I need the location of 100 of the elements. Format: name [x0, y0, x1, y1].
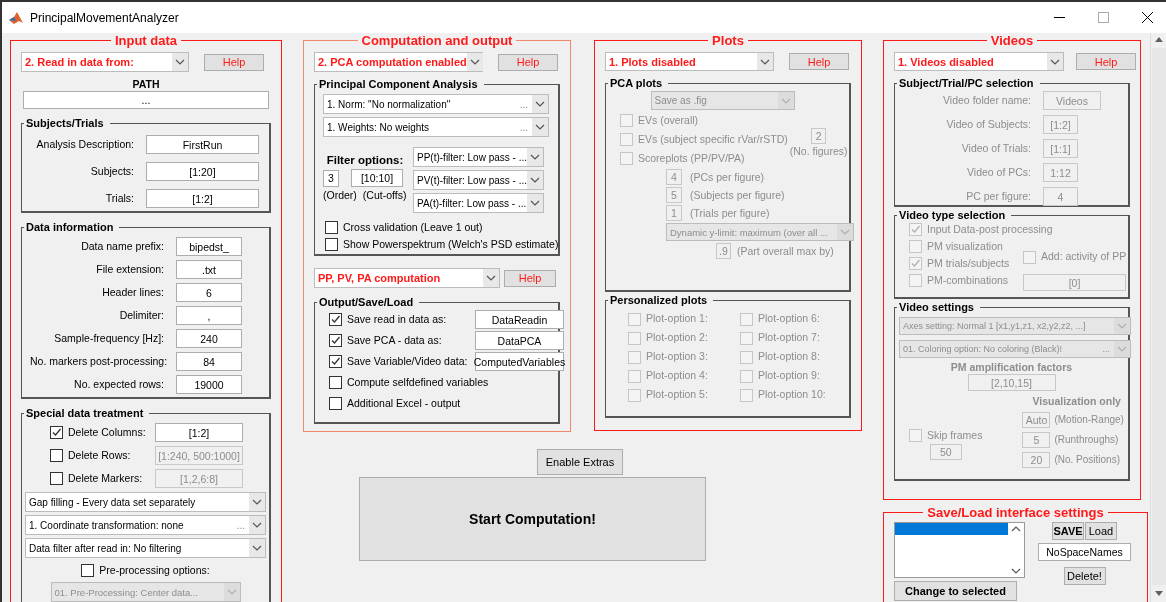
scrollbar[interactable] [1150, 33, 1166, 602]
checkbox-label: Save Variable/Video data: [347, 354, 469, 369]
dropdown[interactable]: 1. Norm: "No normalization" ... [323, 94, 549, 114]
change-button[interactable]: Change to selected [894, 581, 1017, 601]
parameter-label: (Part overall max by) [737, 244, 834, 258]
dropdown[interactable]: Gap filling - Every data set separately [25, 492, 266, 513]
minimize-icon[interactable] [1053, 16, 1065, 19]
group-title: PCA plots [609, 77, 664, 89]
parameter-label: (PCs per figure) [690, 170, 765, 184]
filter-options-label: Filter options: [325, 153, 405, 168]
group-title: Principal Component Analysis [318, 78, 479, 90]
input-field[interactable]: [1:240, 500:1000] [155, 446, 243, 466]
checkbox-label: PM visualization [927, 240, 1003, 254]
checkbox[interactable] [329, 376, 342, 389]
input-field[interactable]: [1:2] [155, 423, 243, 443]
dropdown[interactable]: Data filter after read in: No filtering [25, 538, 266, 559]
input-field[interactable]: ... [23, 91, 269, 110]
input-field[interactable]: [1:2] [146, 189, 259, 209]
checkbox-label: Skip frames [927, 429, 983, 443]
input-field[interactable]: 6 [176, 283, 242, 303]
input-field[interactable]: 84 [176, 352, 242, 372]
maximize-icon[interactable] [1097, 12, 1109, 23]
input-field[interactable]: NoSpaceNames [1038, 543, 1131, 561]
input-field[interactable]: [1,2,6:8] [155, 469, 243, 489]
dropdown[interactable]: 01. Pre-Processing: Center data... [50, 582, 241, 602]
input-field[interactable]: , [176, 306, 242, 326]
dropdown[interactable]: PA(t)-filter: Low pass - ... [413, 193, 544, 213]
chevron-down-icon [840, 229, 850, 236]
group-title: Personalized plots [609, 294, 709, 306]
checkbox-label: Delete Rows: [68, 449, 132, 463]
field-label: Video of Trials: [960, 141, 1031, 156]
chevron-down-icon [1050, 58, 1060, 65]
figures-label: (No. figures) [789, 145, 848, 159]
panel-title: Plots [711, 33, 745, 48]
checkbox[interactable] [81, 564, 95, 578]
load-button[interactable]: Load [1085, 522, 1117, 540]
group-title: Video type selection [898, 209, 1007, 221]
delete-button[interactable]: Delete! [1063, 567, 1106, 585]
checkbox-label: Add: activity of PP [1041, 250, 1127, 264]
panel-title: Input data [113, 33, 179, 48]
dropdown[interactable]: PV(t)-filter: Low pass - ... [413, 170, 544, 190]
help-button[interactable]: Help [504, 269, 556, 287]
checkbox[interactable] [329, 313, 342, 326]
input-field[interactable]: [1:20] [146, 162, 259, 182]
help-button[interactable]: Help [789, 53, 849, 70]
checkbox[interactable] [325, 221, 338, 235]
input-field[interactable]: 240 [176, 329, 242, 349]
checkbox-label: Cross validation (Leave 1 out) [343, 221, 483, 235]
parameter-label: (Trials per figure) [690, 206, 770, 220]
save-button[interactable]: SAVE [1052, 522, 1084, 540]
checkbox[interactable] [50, 449, 63, 463]
chevron-up-icon [1011, 526, 1021, 532]
help-button[interactable]: Help [1076, 53, 1136, 70]
input-field[interactable]: .txt [176, 260, 242, 280]
checkbox[interactable] [50, 426, 63, 440]
input-field[interactable]: DataPCA [475, 331, 564, 350]
checkbox-label: Additional Excel - output [347, 396, 461, 411]
checkbox[interactable] [325, 238, 338, 252]
dropdown[interactable]: PP(t)-filter: Low pass - ... [413, 147, 544, 167]
parameter-label: (Motion-Range) [1054, 414, 1124, 427]
dropdown[interactable]: 1. Videos disabled [894, 52, 1064, 71]
scroll-up-icon[interactable] [1154, 37, 1163, 42]
checkbox[interactable] [329, 355, 342, 368]
order-label: (Order) [323, 189, 357, 203]
settings-list[interactable] [894, 522, 1025, 578]
input-field[interactable]: ComputedVariables [475, 352, 564, 371]
input-field[interactable]: 19000 [176, 375, 242, 395]
checkbox-label: Show Powerspektrum (Welch's PSD estimate) [343, 238, 559, 252]
enable-extras-button[interactable]: Enable Extras [537, 449, 623, 475]
cutoffs-label: (Cut-offs) [362, 189, 407, 203]
checkbox[interactable] [329, 397, 342, 410]
chevron-down-icon [226, 589, 237, 596]
dropdown[interactable]: 2. Read in data from: [21, 52, 189, 72]
checkbox-label: Plot-option 10: [758, 388, 826, 402]
dropdown[interactable]: 1. Weights: No weights ... [323, 117, 549, 137]
scroll-down-icon[interactable] [1154, 591, 1163, 596]
input-field[interactable]: FirstRun [146, 135, 259, 155]
dropdown[interactable]: 1. Plots disabled [605, 52, 774, 71]
help-button[interactable]: Help [498, 53, 558, 71]
dropdown[interactable]: 2. PCA computation enabled [314, 52, 483, 72]
input-field[interactable]: bipedst_ [176, 237, 242, 257]
field-label: Video of Subjects: [945, 117, 1031, 132]
checkbox[interactable] [329, 334, 342, 347]
chevron-down-icon [530, 177, 541, 183]
start-computation-button[interactable]: Start Computation! [359, 477, 706, 561]
close-icon[interactable] [1141, 12, 1153, 23]
checkbox[interactable] [50, 472, 63, 486]
help-button[interactable]: Help [204, 53, 264, 71]
dropdown[interactable]: 1. Coordinate transformation: none ... [25, 515, 266, 536]
input-field[interactable]: DataReadin [475, 310, 564, 329]
checkbox-label: Plot-option 3: [646, 350, 708, 364]
parameter-label: (No. Positions) [1054, 454, 1120, 467]
field-label: Subjects: [89, 165, 134, 179]
checkbox-label: Save read in data as: [347, 312, 448, 327]
field-label: Data name prefix: [80, 240, 164, 254]
checkbox-label: PM trials/subjects [927, 257, 1010, 271]
dropdown[interactable]: PP, PV, PA computation [314, 268, 500, 288]
input-field[interactable]: [10:10] [351, 169, 403, 188]
chevron-down-icon [486, 275, 496, 281]
input-field[interactable]: 3 [323, 169, 339, 187]
